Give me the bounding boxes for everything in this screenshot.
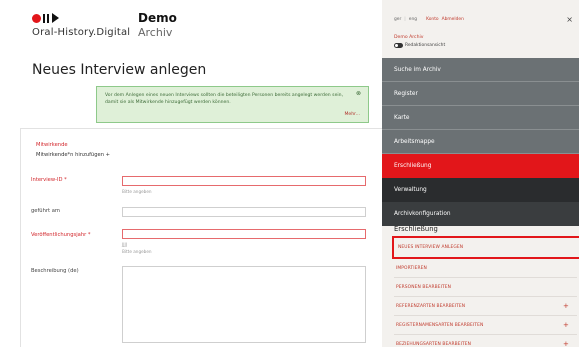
gefuehrt-am-input[interactable] (122, 207, 366, 217)
close-circle-icon[interactable]: ⊗ (356, 90, 361, 97)
subnav-beziehungsarten[interactable]: BEZIEHUNGSARTEN BEARBEITEN + (394, 335, 577, 347)
toggle-switch-icon[interactable] (394, 43, 403, 48)
nav-verwaltung[interactable]: Verwaltung (382, 178, 579, 202)
nav-arbeitsmappe[interactable]: Arbeitsmappe (382, 130, 579, 154)
logout-link[interactable]: Abmelden (442, 17, 464, 22)
interview-id-input[interactable] (122, 176, 366, 186)
subnav-neues-interview[interactable]: NEUES INTERVIEW ANLEGEN (392, 236, 579, 259)
subnav-importieren[interactable]: IMPORTIEREN (394, 259, 577, 278)
nav-karte[interactable]: Karte (382, 106, 579, 130)
archive-title: Demo (138, 11, 177, 25)
subnav-label: BEZIEHUNGSARTEN BEARBEITEN (396, 341, 472, 347)
sidebar-nav: Suche im Archiv Register Karte Arbeitsma… (382, 58, 579, 226)
subnav-personen[interactable]: PERSONEN BEARBEITEN (394, 278, 577, 297)
nav-register[interactable]: Register (382, 82, 579, 106)
lang-en-link[interactable]: eng (409, 17, 417, 22)
interview-id-label: Interview-ID * (31, 177, 67, 183)
subnav-label: IMPORTIEREN (396, 265, 427, 271)
subnav-referenzarten[interactable]: REFERENZARTEN BEARBEITEN + (394, 297, 577, 316)
subnav-label: NEUES INTERVIEW ANLEGEN (398, 245, 464, 250)
notice-text: Vor dem Anlegen eines neuen Interviews s… (105, 93, 344, 105)
toggle-label: Redaktionsansicht (405, 43, 446, 48)
main-content: Oral-History.Digital Demo Archiv Neues I… (0, 0, 382, 347)
info-notice: Vor dem Anlegen eines neuen Interviews s… (96, 86, 369, 123)
plus-icon[interactable]: + (563, 340, 569, 347)
sidebar-header: ger | eng Konto Abmelden × Demo Archiv R… (382, 0, 579, 58)
logo-bar-icon (47, 13, 49, 23)
subnav-label: REFERENZARTEN BEARBEITEN (396, 303, 466, 309)
page: Oral-History.Digital Demo Archiv Neues I… (0, 0, 579, 347)
archive-subtitle: Archiv (138, 26, 173, 39)
sidebar-archive-name[interactable]: Demo Archiv (394, 35, 423, 40)
nav-archivkonfiguration[interactable]: Archivkonfiguration (382, 202, 579, 226)
logo-text: Oral-History.Digital (32, 27, 131, 38)
subnav-list: NEUES INTERVIEW ANLEGEN IMPORTIEREN PERS… (392, 236, 579, 347)
nav-suche[interactable]: Suche im Archiv (382, 58, 579, 82)
mitarbeitende-label: Mitwirkende (36, 142, 68, 148)
account-link[interactable]: Konto (426, 17, 439, 22)
logo-play-icon (52, 13, 59, 23)
site-logo[interactable]: Oral-History.Digital (32, 12, 130, 38)
page-title: Neues Interview anlegen (32, 62, 207, 78)
archive-heading[interactable]: Demo Archiv (138, 11, 177, 39)
veroeffentlichungsjahr-input[interactable] (122, 229, 366, 239)
plus-icon[interactable]: + (563, 321, 569, 329)
logo-bar-icon (43, 13, 45, 23)
veroeffentlichungsjahr-hint: Bitte angeben (122, 249, 152, 254)
close-icon[interactable]: × (566, 15, 573, 24)
add-mitarbeitende-button[interactable]: Mitwirkende*n hinzufügen + (36, 152, 110, 158)
veroeffentlichungsjahr-format-hint: JJJJ (122, 242, 127, 247)
gefuehrt-am-label: geführt am (31, 208, 60, 214)
interview-id-hint: Bitte angeben (122, 189, 152, 194)
subnav-label: PERSONEN BEARBEITEN (396, 284, 452, 290)
beschreibung-label: Beschreibung (de) (31, 268, 79, 274)
lang-separator: | (404, 17, 406, 22)
subnav-heading: Erschließung (394, 225, 438, 233)
subnav-registernamensarten[interactable]: REGISTERNAMENSARTEN BEARBEITEN + (394, 316, 577, 335)
editor-view-toggle[interactable]: Redaktionsansicht (394, 43, 445, 48)
lang-de-link[interactable]: ger (394, 17, 401, 22)
notice-more-link[interactable]: Mehr... (344, 112, 360, 117)
sidebar: ger | eng Konto Abmelden × Demo Archiv R… (382, 0, 579, 347)
beschreibung-textarea[interactable] (122, 266, 366, 343)
logo-dot-icon (32, 13, 41, 23)
logo-mark (32, 12, 130, 24)
subnav-label: REGISTERNAMENSARTEN BEARBEITEN (396, 322, 484, 328)
plus-icon[interactable]: + (563, 302, 569, 310)
language-switch: ger | eng Konto Abmelden (394, 17, 464, 22)
veroeffentlichungsjahr-label: Veröffentlichungsjahr * (31, 232, 91, 238)
nav-erschliessung[interactable]: Erschließung (382, 154, 579, 178)
